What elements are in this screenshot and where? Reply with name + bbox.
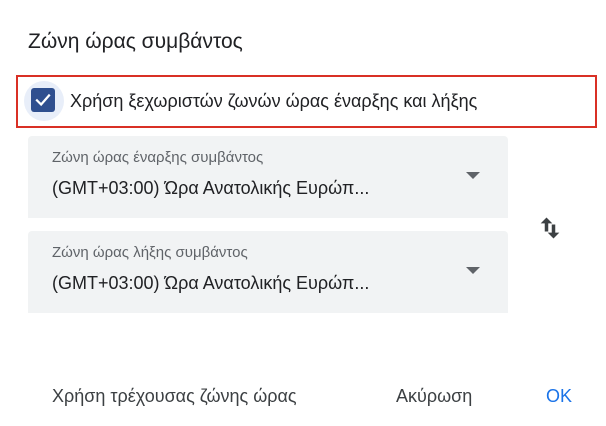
use-current-timezone-button[interactable]: Χρήση τρέχουσας ζώνης ώρας bbox=[52, 384, 297, 408]
timezone-dialog: Ζώνη ώρας συμβάντος Χρήση ξεχωριστών ζων… bbox=[0, 0, 606, 426]
dropdown-arrow-icon bbox=[466, 267, 480, 274]
ok-button[interactable]: OK bbox=[546, 384, 572, 408]
start-timezone-value: (GMT+03:00) Ώρα Ανατολικής Ευρώπ... bbox=[52, 178, 370, 198]
separate-timezones-checkbox[interactable] bbox=[31, 88, 55, 112]
start-timezone-select[interactable]: Ζώνη ώρας έναρξης συμβάντος (GMT+03:00) … bbox=[28, 136, 508, 218]
start-timezone-label: Ζώνη ώρας έναρξης συμβάντος bbox=[52, 149, 264, 166]
swap-timezones-button[interactable] bbox=[530, 208, 570, 248]
end-timezone-value: (GMT+03:00) Ώρα Ανατολικής Ευρώπ... bbox=[52, 273, 370, 293]
dialog-actions: Χρήση τρέχουσας ζώνης ώρας Ακύρωση OK bbox=[0, 376, 606, 416]
end-timezone-label: Ζώνη ώρας λήξης συμβάντος bbox=[52, 244, 248, 261]
separate-timezones-label[interactable]: Χρήση ξεχωριστών ζωνών ώρας έναρξης και … bbox=[70, 90, 477, 112]
cancel-button[interactable]: Ακύρωση bbox=[396, 384, 472, 408]
end-timezone-select[interactable]: Ζώνη ώρας λήξης συμβάντος (GMT+03:00) Ώρ… bbox=[28, 231, 508, 313]
swap-vertical-icon bbox=[540, 217, 560, 239]
dropdown-arrow-icon bbox=[466, 172, 480, 179]
separate-timezones-checkbox-row[interactable]: Χρήση ξεχωριστών ζωνών ώρας έναρξης και … bbox=[16, 75, 597, 128]
dialog-title: Ζώνη ώρας συμβάντος bbox=[28, 30, 243, 53]
check-icon bbox=[35, 93, 51, 107]
